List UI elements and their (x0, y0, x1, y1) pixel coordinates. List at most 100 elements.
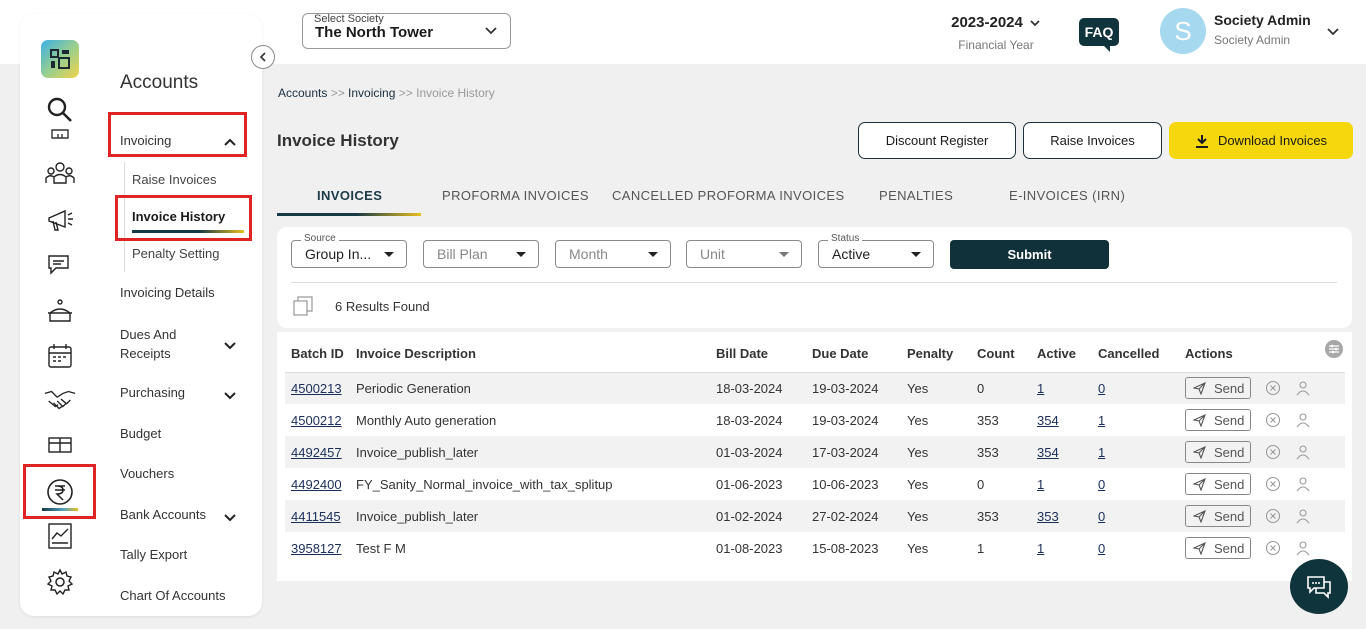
bill-plan-select[interactable]: Bill Plan (423, 240, 539, 268)
user-icon[interactable] (1295, 380, 1311, 396)
user-name[interactable]: Society Admin (1214, 12, 1311, 28)
sidebar-subitem-penalty-setting[interactable]: Penalty Setting (132, 246, 219, 261)
sidebar-title: Accounts (120, 72, 199, 93)
cancelled-link[interactable]: 0 (1098, 541, 1105, 556)
cancel-circle-icon[interactable] (1265, 444, 1281, 460)
chat-icon[interactable] (44, 249, 76, 281)
cell-batch-id: 4411545 (285, 500, 350, 532)
tab-penalties[interactable]: PENALTIES (879, 188, 953, 203)
tab-invoices[interactable]: INVOICES (317, 188, 382, 203)
discount-register-button[interactable]: Discount Register (858, 122, 1016, 159)
avatar[interactable]: S (1160, 8, 1206, 54)
cancelled-link[interactable]: 0 (1098, 509, 1105, 524)
cell-batch-id: 4500212 (285, 404, 350, 436)
gear-icon[interactable] (44, 566, 76, 598)
society-select[interactable]: Select Society The North Tower (302, 13, 511, 49)
reports-icon[interactable] (44, 520, 76, 552)
batch-id-link[interactable]: 4492457 (291, 445, 342, 460)
cancel-circle-icon[interactable] (1265, 412, 1281, 428)
user-icon[interactable] (1295, 412, 1311, 428)
active-link[interactable]: 1 (1037, 541, 1044, 556)
cancel-circle-icon[interactable] (1265, 540, 1281, 556)
tab-proforma-invoices[interactable]: PROFORMA INVOICES (442, 188, 589, 203)
caret-down-icon (384, 252, 394, 257)
sidebar-item-vouchers[interactable]: Vouchers (120, 466, 174, 481)
members-icon[interactable] (44, 158, 76, 190)
batch-id-link[interactable]: 4500212 (291, 413, 342, 428)
sidebar-item-label: Purchasing (120, 385, 186, 400)
amenities-icon[interactable] (44, 295, 76, 327)
send-icon (1193, 509, 1206, 523)
user-icon[interactable] (1295, 508, 1311, 524)
sidebar-item-bank-accounts[interactable]: Bank Accounts (120, 507, 236, 522)
gift-icon[interactable] (44, 428, 76, 460)
unit-select[interactable]: Unit (686, 240, 802, 268)
cancel-circle-icon[interactable] (1265, 508, 1281, 524)
breadcrumb-invoicing[interactable]: Invoicing (348, 86, 395, 100)
sidebar-item-budget[interactable]: Budget (120, 426, 161, 441)
sidebar-item-tally-export[interactable]: Tally Export (120, 547, 187, 562)
raise-invoices-button[interactable]: Raise Invoices (1023, 122, 1162, 159)
tab-cancelled-proforma-invoices[interactable]: CANCELLED PROFORMA INVOICES (612, 188, 845, 203)
active-link[interactable]: 354 (1037, 413, 1059, 428)
copy-icon[interactable] (293, 296, 313, 321)
cell-count: 353 (971, 500, 1031, 532)
source-select[interactable]: Source Group In... (291, 233, 407, 268)
cancelled-link[interactable]: 0 (1098, 381, 1105, 396)
building-icon[interactable] (44, 126, 76, 142)
cell-cancelled: 0 (1092, 532, 1179, 564)
cell-cancelled: 1 (1092, 404, 1179, 436)
batch-id-link[interactable]: 4492400 (291, 477, 342, 492)
send-button[interactable]: Send (1185, 473, 1251, 495)
active-link[interactable]: 353 (1037, 509, 1059, 524)
status-select-value: Active (832, 246, 871, 262)
cancel-circle-icon[interactable] (1265, 380, 1281, 396)
cancelled-link[interactable]: 0 (1098, 477, 1105, 492)
user-icon[interactable] (1295, 540, 1311, 556)
user-icon[interactable] (1295, 444, 1311, 460)
active-link[interactable]: 354 (1037, 445, 1059, 460)
download-invoices-button[interactable]: Download Invoices (1169, 122, 1353, 159)
tab-e-invoices-irn[interactable]: E-INVOICES (IRN) (1009, 188, 1125, 203)
status-select[interactable]: Status Active (818, 233, 934, 268)
calendar-icon[interactable] (44, 340, 76, 372)
send-label: Send (1214, 540, 1245, 556)
send-button[interactable]: Send (1185, 441, 1251, 463)
batch-id-link[interactable]: 4411545 (291, 509, 341, 524)
sidebar-item-purchasing[interactable]: Purchasing (120, 385, 236, 400)
cell-description: Invoice_publish_later (350, 436, 710, 468)
user-role: Society Admin (1214, 33, 1291, 47)
financial-year-selector[interactable]: 2023-2024 Financial Year (940, 14, 1052, 52)
user-icon[interactable] (1295, 476, 1311, 492)
sidebar-item-chart-of-accounts[interactable]: Chart Of Accounts (120, 588, 226, 603)
cancel-circle-icon[interactable] (1265, 476, 1281, 492)
send-button[interactable]: Send (1185, 409, 1251, 431)
cancelled-link[interactable]: 1 (1098, 445, 1105, 460)
chat-support-button[interactable] (1290, 559, 1348, 614)
batch-id-link[interactable]: 3958127 (291, 541, 342, 556)
submit-button[interactable]: Submit (950, 240, 1109, 269)
announcement-icon[interactable] (44, 204, 76, 236)
faq-button[interactable]: FAQ (1079, 18, 1119, 52)
month-select[interactable]: Month (555, 240, 671, 268)
cancelled-link[interactable]: 1 (1098, 413, 1105, 428)
column-header: Active (1031, 336, 1092, 373)
send-button[interactable]: Send (1185, 505, 1251, 527)
breadcrumb-accounts[interactable]: Accounts (278, 86, 327, 100)
active-link[interactable]: 1 (1037, 477, 1044, 492)
app-logo[interactable] (41, 40, 79, 78)
sidebar-subitem-raise-invoices[interactable]: Raise Invoices (132, 172, 217, 187)
send-button[interactable]: Send (1185, 537, 1251, 559)
search-icon[interactable] (44, 94, 76, 126)
sidebar-item-dues-and-receipts[interactable]: Dues And Receipts (120, 325, 236, 363)
batch-id-link[interactable]: 4500213 (291, 381, 342, 396)
financial-year-label: Financial Year (958, 38, 1034, 52)
chevron-down-icon[interactable] (1325, 23, 1341, 44)
sidebar-item-invoicing-details[interactable]: Invoicing Details (120, 285, 215, 300)
cell-actions: Send (1179, 372, 1345, 404)
handshake-icon[interactable] (44, 384, 76, 416)
active-link[interactable]: 1 (1037, 381, 1044, 396)
collapse-sidebar-button[interactable] (251, 45, 275, 69)
send-button[interactable]: Send (1185, 377, 1251, 400)
cell-penalty: Yes (901, 372, 971, 404)
